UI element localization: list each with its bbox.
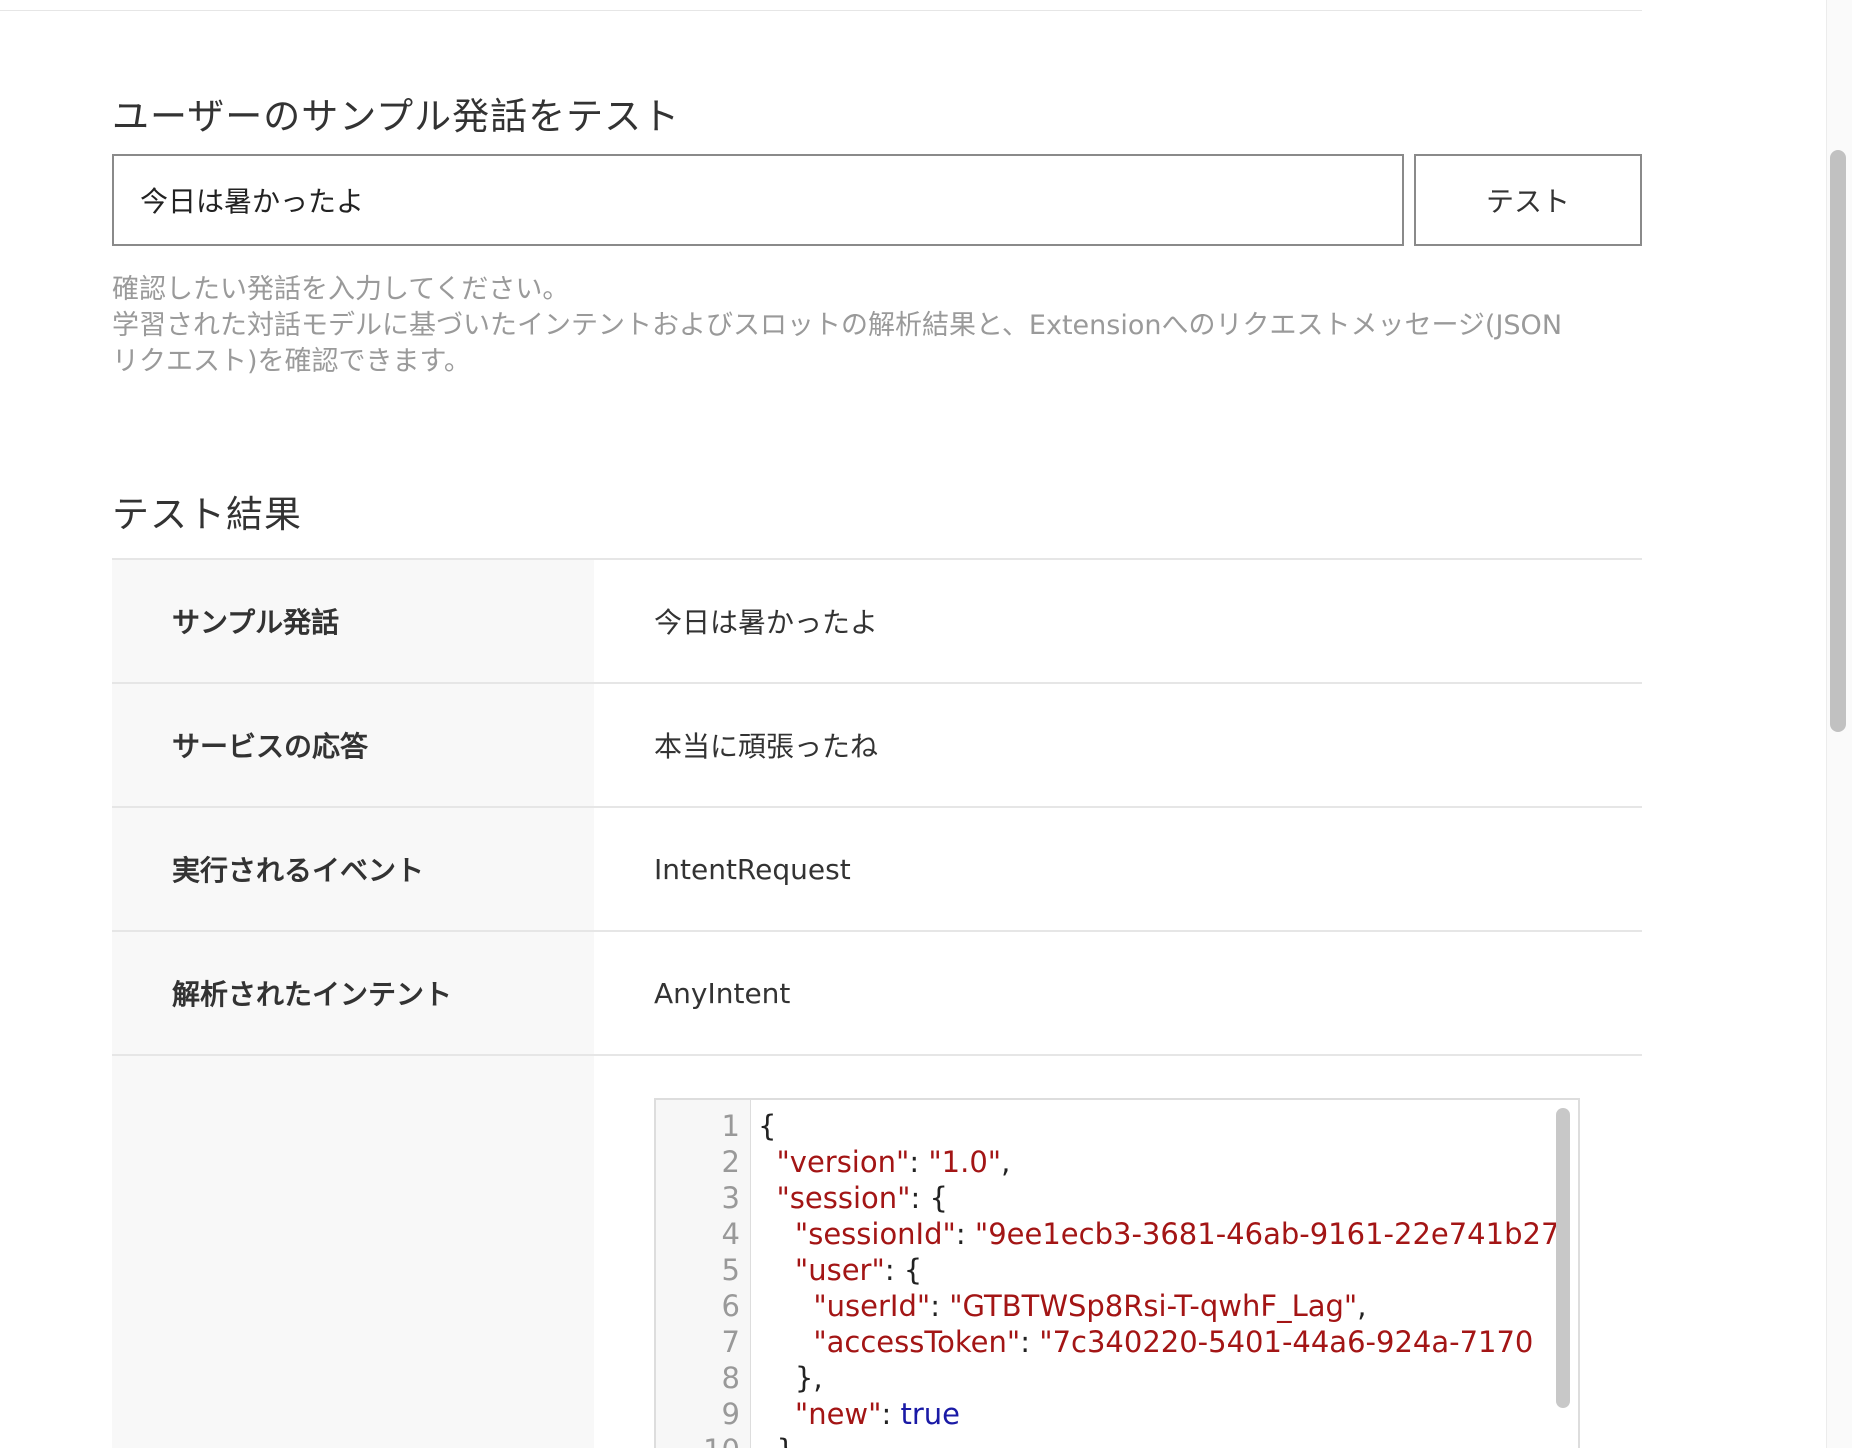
json-punctuation: , <box>1001 1145 1011 1179</box>
code-line: 4 "sessionId": "9ee1ecb3-3681-46ab-9161-… <box>656 1216 1560 1252</box>
json-punctuation: : <box>1020 1325 1040 1359</box>
code-lines: 1{2 "version": "1.0", 3 "session": {4 "se… <box>656 1108 1560 1448</box>
code-text: "user": { <box>758 1252 922 1288</box>
code-text: { <box>758 1108 776 1144</box>
result-row-service-response: サービスの応答 本当に頑張ったね <box>112 682 1642 806</box>
editor-scrollbar[interactable] <box>1556 1108 1570 1408</box>
result-label: 解析されたインテント <box>112 932 594 1054</box>
code-line: 1{ <box>656 1108 1550 1144</box>
test-button[interactable]: テスト <box>1414 154 1642 246</box>
json-key: "userId" <box>813 1289 931 1323</box>
json-key: "version" <box>776 1145 910 1179</box>
code-line: 10 } <box>656 1432 1550 1448</box>
json-value: true <box>900 1397 961 1431</box>
line-number: 7 <box>721 1325 740 1359</box>
json-value: "1.0" <box>928 1145 1002 1179</box>
json-punctuation: : { <box>910 1181 948 1215</box>
line-number: 3 <box>721 1181 740 1215</box>
code-line: 6 "userId": "GTBTWSp8Rsi-T-qwhF_Lag", <box>656 1288 1550 1324</box>
json-punctuation: : { <box>884 1253 923 1287</box>
json-punctuation: }, <box>794 1361 823 1395</box>
result-label: 実行されるイベント <box>112 808 594 930</box>
utterance-section-title: ユーザーのサンプル発話をテスト <box>112 95 681 138</box>
code-line: 8 }, <box>656 1360 1550 1396</box>
code-text: "new": true <box>758 1396 960 1432</box>
json-punctuation: { <box>758 1109 777 1143</box>
code-line: 9 "new": true <box>656 1396 1550 1432</box>
result-label-empty <box>112 1056 594 1448</box>
code-line: 7 "accessToken": "7c340220-5401-44a6-924… <box>656 1324 1550 1360</box>
result-row-sample-utterance: サンプル発話 今日は暑かったよ <box>112 558 1642 682</box>
line-number: 8 <box>721 1361 740 1395</box>
help-line: 確認したい発話を入力してください。 <box>112 274 570 305</box>
json-key: "session" <box>776 1181 911 1215</box>
result-value: IntentRequest <box>654 852 851 886</box>
result-row-intent: 解析されたインテント AnyIntent <box>112 930 1642 1054</box>
json-punctuation: : <box>955 1217 975 1251</box>
code-line: 2 "version": "1.0", <box>656 1144 1550 1180</box>
top-divider <box>0 10 1642 11</box>
result-label: サービスの応答 <box>112 684 594 806</box>
result-row-event: 実行されるイベント IntentRequest <box>112 806 1642 930</box>
line-number: 10 <box>656 1432 740 1448</box>
json-key: "sessionId" <box>794 1217 956 1251</box>
code-text: "sessionId": "9ee1ecb3-3681-46ab-9161-22… <box>758 1216 1560 1252</box>
json-key: "accessToken" <box>813 1325 1021 1359</box>
json-punctuation: , <box>1357 1289 1367 1323</box>
code-text: "session": { <box>758 1180 948 1216</box>
json-punctuation: : <box>881 1397 901 1431</box>
result-label: サンプル発話 <box>112 560 594 682</box>
line-number: 5 <box>721 1253 740 1287</box>
json-punctuation: } <box>776 1433 794 1448</box>
line-number: 4 <box>721 1217 740 1251</box>
json-request-editor[interactable]: 1{2 "version": "1.0", 3 "session": {4 "se… <box>654 1098 1580 1448</box>
code-text: }, <box>758 1360 823 1396</box>
result-value: 本当に頑張ったね <box>654 730 879 763</box>
json-punctuation: : <box>909 1145 929 1179</box>
code-text: "accessToken": "7c340220-5401-44a6-924a-… <box>758 1324 1533 1360</box>
code-line: 3 "session": { <box>656 1180 1550 1216</box>
json-punctuation: : <box>930 1289 950 1323</box>
line-number: 1 <box>721 1109 740 1143</box>
code-text: "userId": "GTBTWSp8Rsi-T-qwhF_Lag", <box>758 1288 1366 1324</box>
code-text: } <box>758 1432 794 1448</box>
utterance-input[interactable] <box>112 154 1404 246</box>
json-key: "new" <box>794 1397 882 1431</box>
json-value: "9ee1ecb3-3681-46ab-9161-22e741b27 <box>974 1217 1560 1251</box>
json-key: "user" <box>794 1253 885 1287</box>
json-value: "7c340220-5401-44a6-924a-7170 <box>1039 1325 1534 1359</box>
line-number: 6 <box>721 1289 740 1323</box>
line-number: 9 <box>721 1397 740 1431</box>
code-line: 5 "user": { <box>656 1252 1550 1288</box>
page-scrollbar-thumb[interactable] <box>1830 150 1846 732</box>
results-section-title: テスト結果 <box>112 493 302 536</box>
json-value: "GTBTWSp8Rsi-T-qwhF_Lag" <box>949 1289 1358 1323</box>
line-number: 2 <box>721 1145 740 1179</box>
result-value: AnyIntent <box>654 976 791 1010</box>
help-line: リクエスト)を確認できます。 <box>112 346 471 377</box>
test-page: ユーザーのサンプル発話をテスト テスト 確認したい発話を入力してください。 学習… <box>0 0 1852 1448</box>
code-text: "version": "1.0", <box>758 1144 1010 1180</box>
result-value: 今日は暑かったよ <box>654 606 879 639</box>
help-text: 確認したい発話を入力してください。 学習された対話モデルに基づいたインテントおよ… <box>112 272 1652 380</box>
help-line: 学習された対話モデルに基づいたインテントおよびスロットの解析結果と、Extens… <box>112 310 1563 341</box>
